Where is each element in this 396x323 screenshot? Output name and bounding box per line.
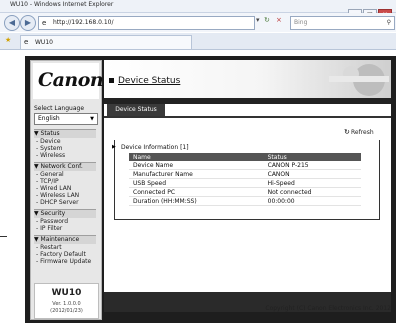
- language-select[interactable]: English ▼: [34, 113, 98, 125]
- table-row: Duration (HH:MM:SS) 00:00:00: [129, 196, 361, 206]
- search-input[interactable]: Bing ⚲: [290, 16, 395, 30]
- nav-item-tcpip[interactable]: - TCP/IP: [36, 178, 59, 185]
- tab-page-icon: e: [24, 38, 29, 46]
- nav-item-restart[interactable]: - Restart: [36, 244, 62, 251]
- row-status: CANON P-215: [263, 161, 361, 170]
- row-status: Not connected: [263, 187, 361, 197]
- expand-triangle-icon[interactable]: ▶: [112, 144, 116, 150]
- main-content: Device Status Device Status ↻ Refresh ▶ …: [104, 60, 391, 312]
- address-text: http://192.168.0.10/: [53, 19, 114, 26]
- back-button[interactable]: ◀: [4, 15, 20, 31]
- refresh-arrow-icon[interactable]: ↻: [344, 128, 350, 136]
- page-icon: e: [42, 19, 47, 27]
- row-name: Connected PC: [129, 187, 264, 197]
- row-status: CANON: [263, 169, 361, 179]
- language-label: Select Language: [34, 105, 85, 112]
- version-label: Ver. 1.0.0.0: [52, 301, 81, 307]
- row-status: Hi-Speed: [263, 178, 361, 188]
- row-status: 00:00:00: [263, 196, 361, 206]
- search-icon[interactable]: ⚲: [387, 17, 391, 29]
- build-label: (2012/01/23): [50, 308, 83, 314]
- table-row: Device Name CANON P-215: [129, 161, 361, 170]
- nav-group-network[interactable]: ▼ Network Conf.: [34, 162, 96, 171]
- refresh-icon[interactable]: ↻: [264, 16, 270, 24]
- header-decoration-graphic: [329, 64, 389, 96]
- window-title: WU10 - Windows Internet Explorer: [10, 1, 114, 8]
- sidebar: Canon Select Language English ▼ ▼ Status…: [30, 60, 104, 320]
- nav-item-system[interactable]: - System: [36, 145, 62, 152]
- tab-device-status[interactable]: Device Status: [107, 104, 165, 116]
- product-info: WU10 Ver. 1.0.0.0 (2012/01/23): [34, 283, 99, 319]
- address-bar[interactable]: e http://192.168.0.10/: [38, 16, 255, 30]
- browser-navbar: ◀ ▶ e http://192.168.0.10/ ▾ ↻ × Bing ⚲: [0, 13, 396, 32]
- nav-item-factory-default[interactable]: - Factory Default: [36, 251, 86, 258]
- language-value: English: [38, 115, 60, 122]
- product-name: WU10: [51, 288, 82, 298]
- browser-tabbar: ★ e WU10: [0, 33, 396, 50]
- row-name: Duration (HH:MM:SS): [129, 196, 264, 206]
- nav-group-maintenance[interactable]: ▼ Maintenance: [34, 235, 96, 244]
- chevron-down-icon: ▼: [90, 116, 94, 122]
- dropdown-arrow-icon[interactable]: ▾: [256, 16, 260, 24]
- nav-item-password[interactable]: - Password: [36, 218, 68, 225]
- column-header-status: Status: [263, 153, 361, 161]
- tab-underline: [104, 116, 391, 118]
- device-info-title: Device Information [1]: [119, 144, 191, 151]
- copyright-text: Copyright (C) Canon Electronics Inc. 201…: [265, 305, 391, 312]
- table-row: Connected PC Not connected: [129, 187, 361, 197]
- nav-item-dhcp-server[interactable]: - DHCP Server: [36, 199, 79, 206]
- table-row: Manufacturer Name CANON: [129, 169, 361, 179]
- table-header-row: Name Status: [129, 153, 361, 161]
- window-titlebar: WU10 - Windows Internet Explorer –□×: [0, 0, 396, 20]
- refresh-link[interactable]: Refresh: [351, 129, 374, 136]
- row-name: Manufacturer Name: [129, 169, 264, 179]
- bing-search-label: Bing: [294, 19, 308, 26]
- browser-tab[interactable]: e WU10: [20, 35, 192, 49]
- row-name: Device Name: [129, 161, 264, 170]
- nav-item-wireless-lan[interactable]: - Wireless LAN: [36, 192, 79, 199]
- forward-button[interactable]: ▶: [20, 15, 36, 31]
- nav-item-wired-lan[interactable]: - Wired LAN: [36, 185, 71, 192]
- nav-item-firmware-update[interactable]: - Firmware Update: [36, 258, 91, 265]
- table-row: USB Speed Hi-Speed: [129, 178, 361, 188]
- nav-item-general[interactable]: - General: [36, 171, 64, 178]
- device-info-table: Name Status Device Name CANON P-215 Manu…: [129, 153, 361, 206]
- nav-group-status[interactable]: ▼ Status: [34, 129, 96, 138]
- stop-icon[interactable]: ×: [276, 16, 282, 24]
- favorites-star-icon[interactable]: ★: [5, 36, 11, 44]
- nav-group-security[interactable]: ▼ Security: [34, 209, 96, 218]
- nav-item-ip-filter[interactable]: - IP Filter: [36, 225, 62, 232]
- canon-logo: Canon: [38, 69, 104, 91]
- row-name: USB Speed: [129, 178, 264, 188]
- column-header-name: Name: [129, 153, 264, 161]
- nav-item-device[interactable]: - Device: [36, 138, 61, 145]
- page-title: Device Status: [118, 76, 181, 86]
- logo-area: Canon: [33, 63, 104, 99]
- title-square-icon: [109, 78, 114, 83]
- pointer-line: [0, 236, 7, 237]
- tab-title: WU10: [35, 39, 53, 46]
- nav-item-wireless[interactable]: - Wireless: [36, 152, 65, 159]
